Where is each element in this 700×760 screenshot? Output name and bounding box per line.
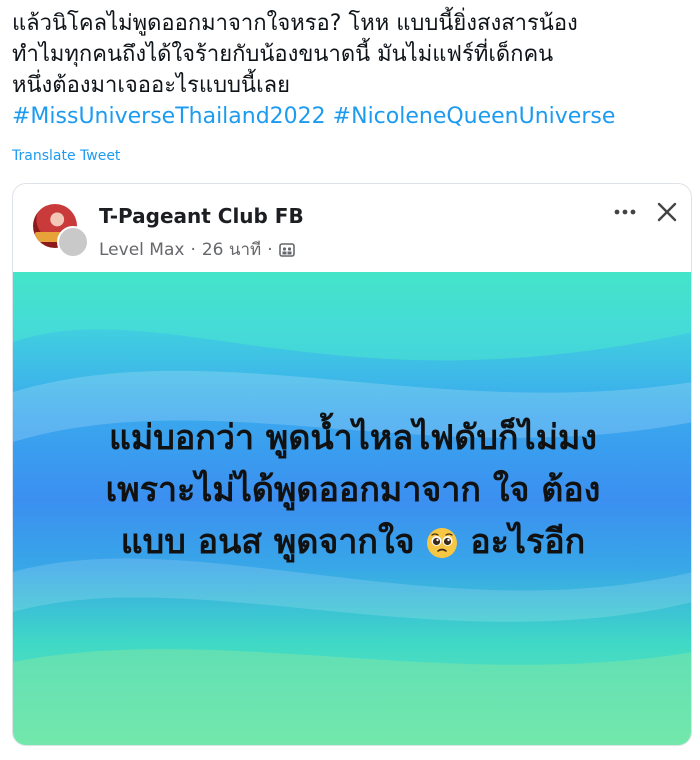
hashtag-line: #MissUniverseThailand2022 #NicoleneQueen… (12, 101, 692, 132)
post-image[interactable]: แม่บอกว่า พูดน้ำไหลไฟดับก็ไม่มง เพราะไม่… (13, 272, 691, 745)
embedded-post-card: T-Pageant Club FB Level Max · 26 นาที · (12, 183, 692, 746)
tweet-text-line: หนึ่งต้องมาเจออะไรแบบนี้เลย (12, 73, 290, 98)
tweet-text: แล้วนิโคลไม่พูดออกมาจากใจหรอ? โหห แบบนี้… (12, 8, 692, 132)
page-name[interactable]: T-Pageant Club FB (99, 204, 304, 228)
avatar[interactable] (33, 204, 89, 258)
pleading-face-emoji-icon (426, 522, 458, 558)
hashtag-link-miss-universe-thailand[interactable]: #MissUniverseThailand2022 (12, 104, 326, 129)
group-audience-icon (278, 242, 295, 258)
hashtag-link-nicolene-queen-universe[interactable]: #NicoleneQueenUniverse (333, 104, 616, 129)
image-caption: แม่บอกว่า พูดน้ำไหลไฟดับก็ไม่มง เพราะไม่… (13, 412, 691, 568)
image-caption-line: แม่บอกว่า พูดน้ำไหลไฟดับก็ไม่มง (108, 418, 598, 458)
meta-separator: · (267, 239, 273, 260)
post-meta: Level Max · 26 นาที · (99, 236, 295, 263)
author-name[interactable]: Level Max (99, 240, 184, 260)
tweet-text-line: ทำไมทุกคนถึงได้ใจร้ายกับน้องขนาดนี้ มันไ… (12, 42, 554, 67)
more-horizontal-icon[interactable] (611, 198, 639, 226)
author-avatar (57, 226, 89, 258)
image-caption-line: เพราะไม่ได้พูดออกมาจาก ใจ ต้อง (105, 470, 601, 510)
tweet-text-line: แล้วนิโคลไม่พูดออกมาจากใจหรอ? โหห แบบนี้… (12, 11, 578, 36)
post-time[interactable]: 26 นาที (202, 236, 261, 263)
meta-separator: · (190, 239, 196, 260)
close-icon[interactable] (653, 198, 681, 226)
post-header: T-Pageant Club FB Level Max · 26 นาที · (13, 184, 691, 272)
image-caption-text: อะไรอีก (470, 522, 586, 562)
translate-tweet-link[interactable]: Translate Tweet (12, 148, 120, 164)
image-caption-text: แบบ อนส พูดจากใจ (120, 522, 415, 562)
image-caption-line: แบบ อนส พูดจากใจ อะไรอีก (13, 516, 691, 568)
